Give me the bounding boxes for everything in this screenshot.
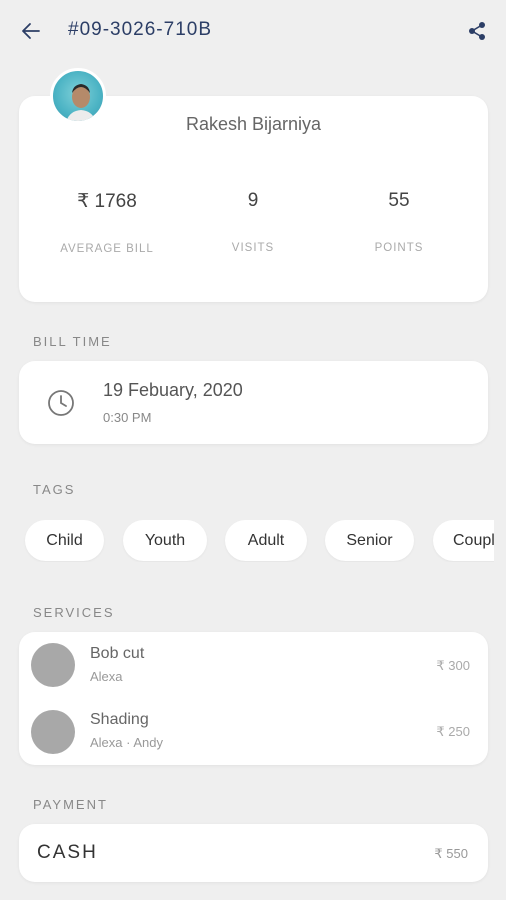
bill-time-card: 19 Febuary, 2020 0:30 PM: [19, 361, 488, 444]
service-name: Bob cut: [90, 645, 145, 662]
service-name: Shading: [90, 711, 149, 728]
tag-chip-couple[interactable]: Couple: [433, 520, 494, 561]
customer-avatar: [50, 68, 106, 124]
payment-amount: ₹ 550: [434, 846, 468, 861]
points-value: 55: [388, 190, 410, 211]
service-staff: Alexa: [90, 669, 123, 684]
order-id-title: #09-3026-710B: [68, 19, 212, 40]
payment-method: CASH: [37, 842, 98, 863]
tags-list[interactable]: Child Youth Adult Senior Couple: [0, 520, 494, 562]
average-bill-value: ₹ 1768: [77, 191, 137, 212]
service-avatar: [31, 643, 75, 687]
service-price: ₹ 300: [436, 658, 470, 673]
payment-card: CASH ₹ 550: [19, 824, 488, 882]
share-icon[interactable]: [468, 21, 486, 41]
clock-icon: [48, 390, 74, 416]
services-section-label: SERVICES: [33, 605, 115, 620]
stat-points: 55 POINTS: [319, 190, 479, 254]
stat-visits: 9 VISITS: [173, 190, 333, 254]
service-price: ₹ 250: [436, 724, 470, 739]
bill-time-section-label: BILL TIME: [33, 334, 112, 349]
visits-value: 9: [247, 190, 259, 211]
bill-time: 0:30 PM: [103, 410, 152, 425]
service-avatar: [31, 710, 75, 754]
points-label: POINTS: [374, 242, 424, 254]
tags-section-label: TAGS: [33, 482, 76, 497]
top-app-bar: #09-3026-710B: [0, 0, 506, 62]
payment-section-label: PAYMENT: [33, 797, 108, 812]
tag-chip-senior[interactable]: Senior: [325, 520, 414, 561]
customer-profile-card: Rakesh Bijarniya ₹ 1768 AVERAGE BILL 9 V…: [19, 96, 488, 302]
tag-chip-child[interactable]: Child: [25, 520, 104, 561]
visits-label: VISITS: [231, 242, 275, 254]
tag-chip-youth[interactable]: Youth: [123, 520, 207, 561]
back-arrow-icon[interactable]: [20, 20, 42, 42]
bill-date: 19 Febuary, 2020: [103, 380, 243, 400]
service-row[interactable]: Bob cut Alexa ₹ 300: [19, 632, 488, 698]
tag-chip-adult[interactable]: Adult: [225, 520, 307, 561]
stat-average-bill: ₹ 1768 AVERAGE BILL: [27, 190, 187, 255]
service-row[interactable]: Shading Alexa · Andy ₹ 250: [19, 698, 488, 764]
service-staff: Alexa · Andy: [90, 735, 163, 750]
services-card: Bob cut Alexa ₹ 300 Shading Alexa · Andy…: [19, 632, 488, 765]
average-bill-label: AVERAGE BILL: [60, 243, 154, 255]
